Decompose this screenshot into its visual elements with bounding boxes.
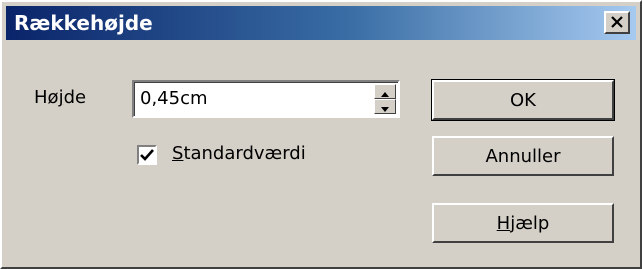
row-height-dialog: Rækkehøjde Højde 0,45cm Standardværdi OK…: [0, 0, 642, 269]
standard-value-mnemonic: S: [172, 143, 184, 164]
ok-button-label: OK: [510, 89, 536, 111]
spin-down-button[interactable]: [374, 99, 396, 114]
standard-value-checkbox[interactable]: [137, 145, 157, 165]
spin-buttons: [374, 84, 396, 114]
arrow-down-icon: [381, 97, 389, 116]
checkmark-icon: [140, 146, 154, 165]
close-button[interactable]: [604, 11, 630, 34]
height-label-part1: Hø: [34, 87, 59, 108]
help-button-label: Hjælp: [497, 213, 550, 234]
standard-value-label-rest: tandardværdi: [183, 143, 306, 164]
height-input[interactable]: 0,45cm: [140, 88, 208, 109]
help-button[interactable]: Hjælp: [432, 203, 614, 243]
cancel-button-label: Annuller: [485, 145, 561, 167]
help-label-rest: jælp: [510, 212, 550, 234]
standard-value-label[interactable]: Standardværdi: [172, 143, 306, 164]
ok-button[interactable]: OK: [431, 79, 615, 121]
height-label: Højde: [34, 87, 86, 108]
window-title: Rækkehøjde: [14, 11, 153, 35]
close-icon: [610, 13, 624, 32]
title-bar[interactable]: Rækkehøjde: [6, 6, 636, 40]
cancel-button[interactable]: Annuller: [432, 136, 614, 176]
height-spinbox[interactable]: 0,45cm: [132, 80, 400, 118]
height-label-part2: de: [63, 87, 87, 108]
help-mnemonic: H: [496, 212, 511, 234]
